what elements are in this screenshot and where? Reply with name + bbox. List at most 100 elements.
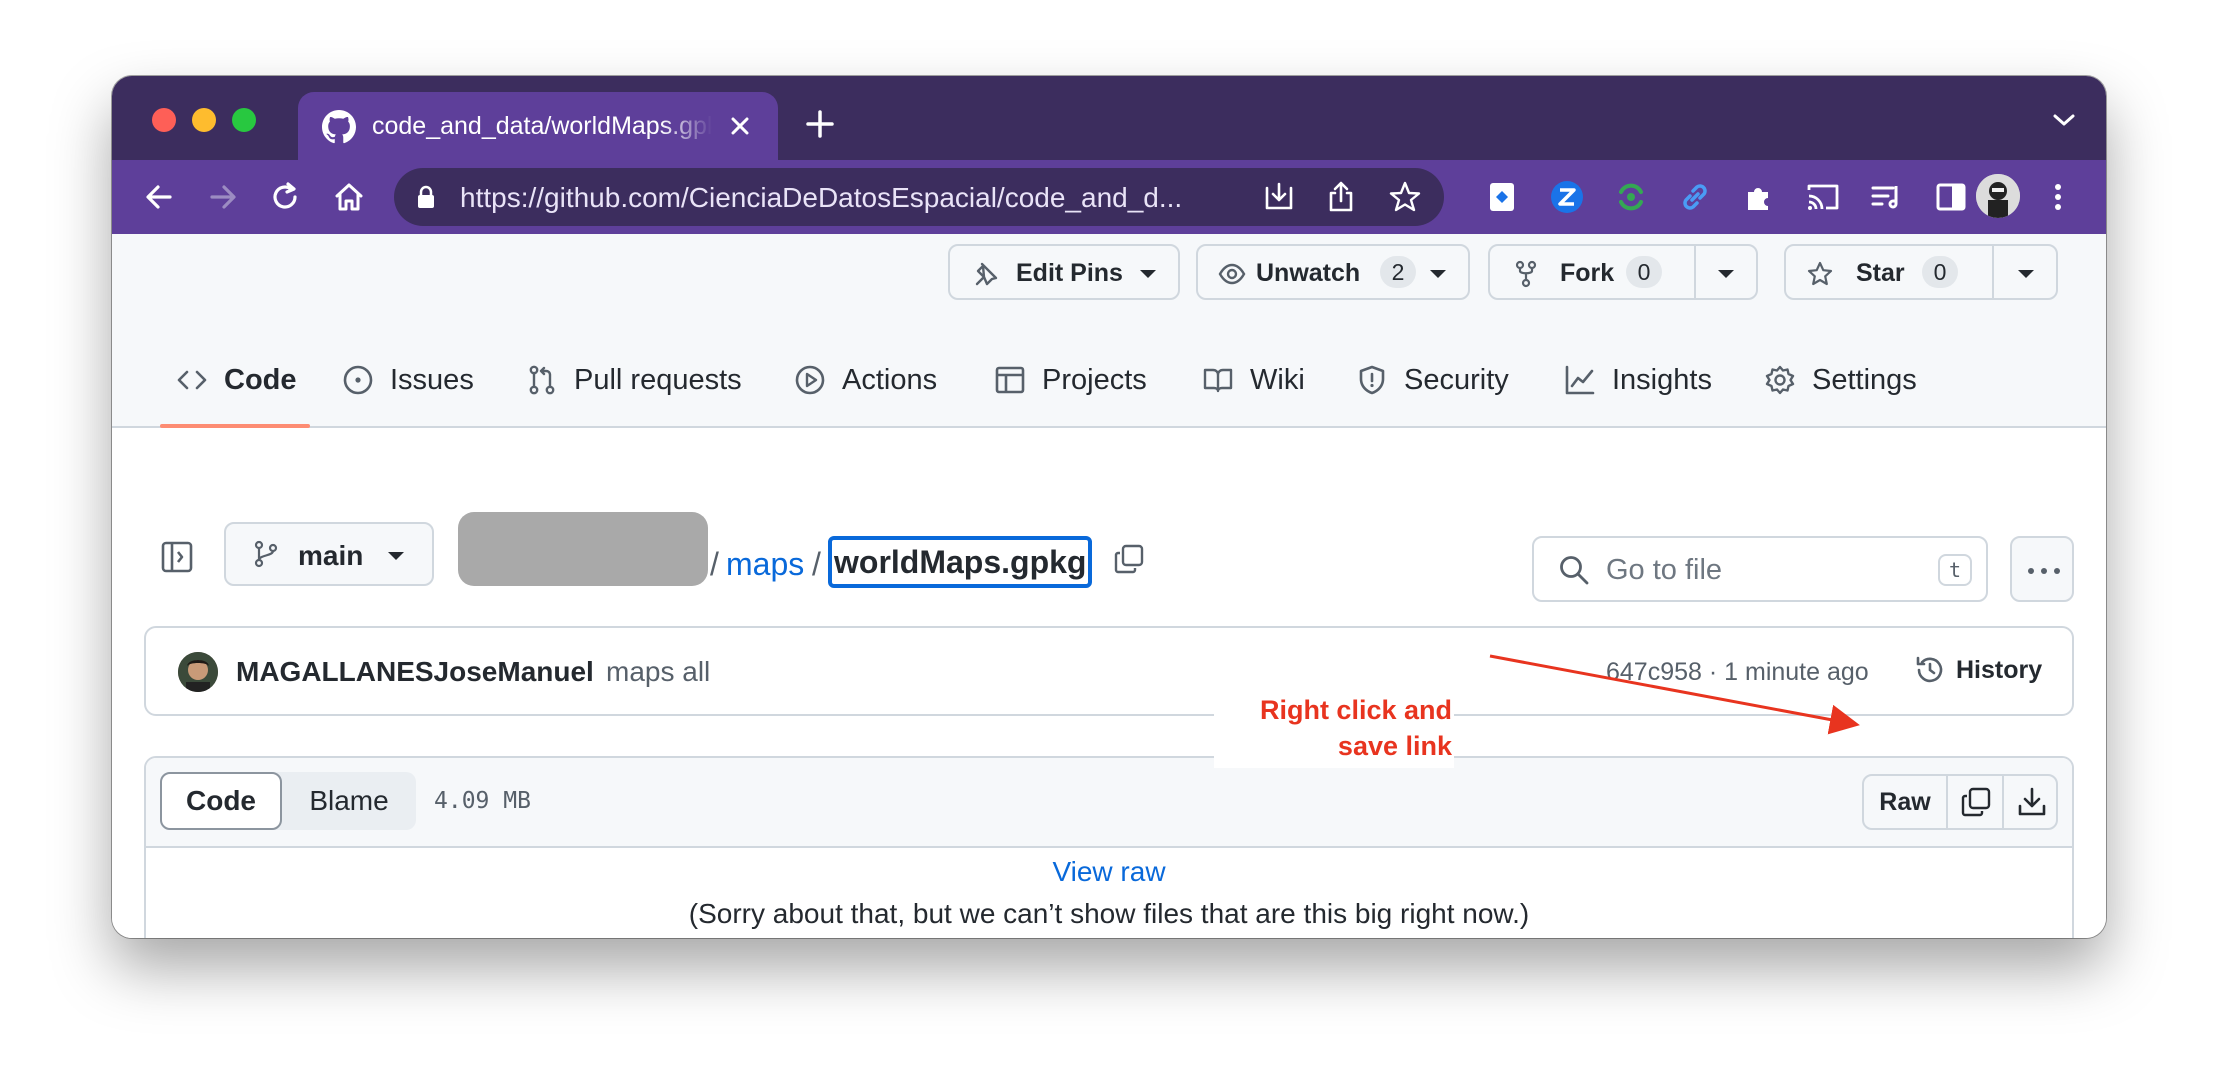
profile-avatar-icon [1976, 174, 2020, 218]
shield-icon [1359, 365, 1385, 395]
tab-label: Code [224, 364, 297, 396]
link-icon[interactable] [1676, 178, 1714, 216]
copy-icon[interactable] [1960, 786, 1992, 818]
history-label: History [1956, 656, 2043, 684]
star-icon [1807, 261, 1833, 286]
back-icon[interactable] [140, 178, 178, 216]
browser-tab[interactable]: code_and_data/worldMaps.gpkg [298, 92, 778, 160]
tab-label: Wiki [1250, 364, 1305, 396]
commit-author-link[interactable]: MAGALLANESJoseManuel [236, 656, 594, 688]
download-icon[interactable] [2016, 786, 2048, 818]
breadcrumb-separator: / [812, 546, 821, 582]
tab-actions[interactable]: Actions [794, 362, 964, 402]
commit-message[interactable]: maps all [606, 656, 710, 688]
github-page: Edit Pins Unwatch 2 Fork 0 Star 0 Code I… [112, 234, 2106, 938]
unwatch-label: Unwatch [1256, 259, 1361, 287]
tab-label: Issues [390, 364, 474, 396]
sidebar-toggle-icon[interactable] [160, 540, 194, 574]
dot [2028, 568, 2034, 574]
go-to-file-input[interactable]: Go to file t [1532, 536, 1988, 602]
copy-icon[interactable] [1112, 542, 1146, 576]
breadcrumb-filename: worldMaps.gpkg [828, 536, 1093, 588]
lock-icon[interactable] [416, 185, 436, 209]
avatar[interactable] [178, 652, 218, 692]
github-icon [322, 110, 356, 144]
tab-wiki[interactable]: Wiki [1202, 362, 1322, 402]
url-text[interactable]: https://github.com/CienciaDeDatosEspacia… [460, 182, 1240, 214]
code-icon [177, 370, 207, 390]
caret-down-icon[interactable] [2018, 270, 2034, 278]
breadcrumb-folder-link[interactable]: maps [726, 546, 804, 583]
reading-list-icon[interactable] [1868, 178, 1906, 216]
minimize-window-button[interactable] [192, 108, 216, 132]
profile-avatar[interactable] [1976, 174, 2020, 218]
more-options-button[interactable] [2010, 536, 2074, 602]
pull-request-icon [529, 365, 555, 395]
tab-projects[interactable]: Projects [994, 362, 1174, 402]
history-button[interactable]: History [1914, 650, 2054, 694]
issue-icon [343, 365, 373, 395]
address-bar[interactable]: https://github.com/CienciaDeDatosEspacia… [394, 168, 1444, 226]
forward-icon[interactable] [204, 178, 242, 216]
extension-zotero-icon[interactable] [1548, 178, 1586, 216]
tab-pull-requests[interactable]: Pull requests [526, 362, 766, 402]
tab-security[interactable]: Security [1356, 362, 1536, 402]
go-to-file-placeholder: Go to file [1606, 554, 1723, 586]
edit-pins-label: Edit Pins [1016, 259, 1123, 287]
tab-label: Insights [1612, 364, 1712, 396]
chevron-down-icon[interactable] [2052, 112, 2076, 128]
edit-pins-button[interactable]: Edit Pins [948, 244, 1180, 300]
tab-label: Security [1404, 364, 1509, 396]
caret-down-icon[interactable] [1718, 270, 1734, 278]
bookmark-star-icon[interactable] [1388, 180, 1422, 214]
file-size: 4.09 MB [434, 788, 531, 814]
maximize-window-button[interactable] [232, 108, 256, 132]
extension-translate-icon[interactable] [1484, 178, 1522, 216]
close-window-button[interactable] [152, 108, 176, 132]
fork-button[interactable]: Fork 0 [1488, 244, 1758, 300]
new-tab-icon[interactable] [802, 106, 838, 142]
browser-toolbar: https://github.com/CienciaDeDatosEspacia… [112, 160, 2106, 234]
extension-sync-icon[interactable] [1612, 178, 1650, 216]
divider [1992, 246, 1994, 298]
blame-view-button[interactable]: Blame [282, 772, 416, 830]
tab-label: Projects [1042, 364, 1147, 396]
tab-insights[interactable]: Insights [1564, 362, 1734, 402]
graph-icon [1565, 365, 1595, 395]
tab-title: code_and_data/worldMaps.gpkg [372, 112, 712, 140]
repo-header: Edit Pins Unwatch 2 Fork 0 Star 0 Code I… [112, 234, 2106, 428]
star-button[interactable]: Star 0 [1784, 244, 2058, 300]
raw-button[interactable]: Raw [1864, 776, 1946, 828]
commit-hash-and-time[interactable]: 647c958 · 1 minute ago [1606, 658, 1869, 687]
branch-selector[interactable]: main [224, 522, 434, 586]
tab-settings[interactable]: Settings [1764, 362, 1944, 402]
tab-code[interactable]: Code [176, 362, 336, 402]
fork-label: Fork [1560, 259, 1615, 287]
install-app-icon[interactable] [1262, 180, 1296, 214]
fork-count: 0 [1626, 256, 1662, 288]
home-icon[interactable] [330, 178, 368, 216]
branch-name: main [298, 540, 364, 571]
keyboard-shortcut-hint: t [1938, 554, 1972, 586]
unwatch-button[interactable]: Unwatch 2 [1196, 244, 1470, 300]
share-icon[interactable] [1324, 180, 1358, 214]
gear-icon [1765, 365, 1795, 395]
dot [2041, 568, 2047, 574]
reload-icon[interactable] [266, 178, 304, 216]
tab-issues[interactable]: Issues [342, 362, 492, 402]
close-icon[interactable] [726, 112, 754, 140]
file-header: Code Blame 4.09 MB Raw [146, 758, 2072, 848]
code-view-button[interactable]: Code [160, 772, 282, 830]
file-viewer: Code Blame 4.09 MB Raw View raw (Sorry a… [144, 756, 2074, 938]
caret-down-icon[interactable] [1430, 270, 1446, 278]
side-panel-icon[interactable] [1932, 178, 1970, 216]
view-raw-link[interactable]: View raw [146, 856, 2072, 888]
kebab-menu-icon[interactable] [2046, 178, 2070, 216]
book-icon [1203, 368, 1233, 393]
extensions-puzzle-icon[interactable] [1740, 178, 1778, 216]
play-icon [795, 365, 825, 395]
cast-icon[interactable] [1804, 178, 1842, 216]
watch-count: 2 [1380, 256, 1416, 288]
file-too-large-notice: (Sorry about that, but we can’t show fil… [688, 898, 1530, 929]
latest-commit-box: MAGALLANESJoseManuel maps all 647c958 · … [144, 626, 2074, 716]
